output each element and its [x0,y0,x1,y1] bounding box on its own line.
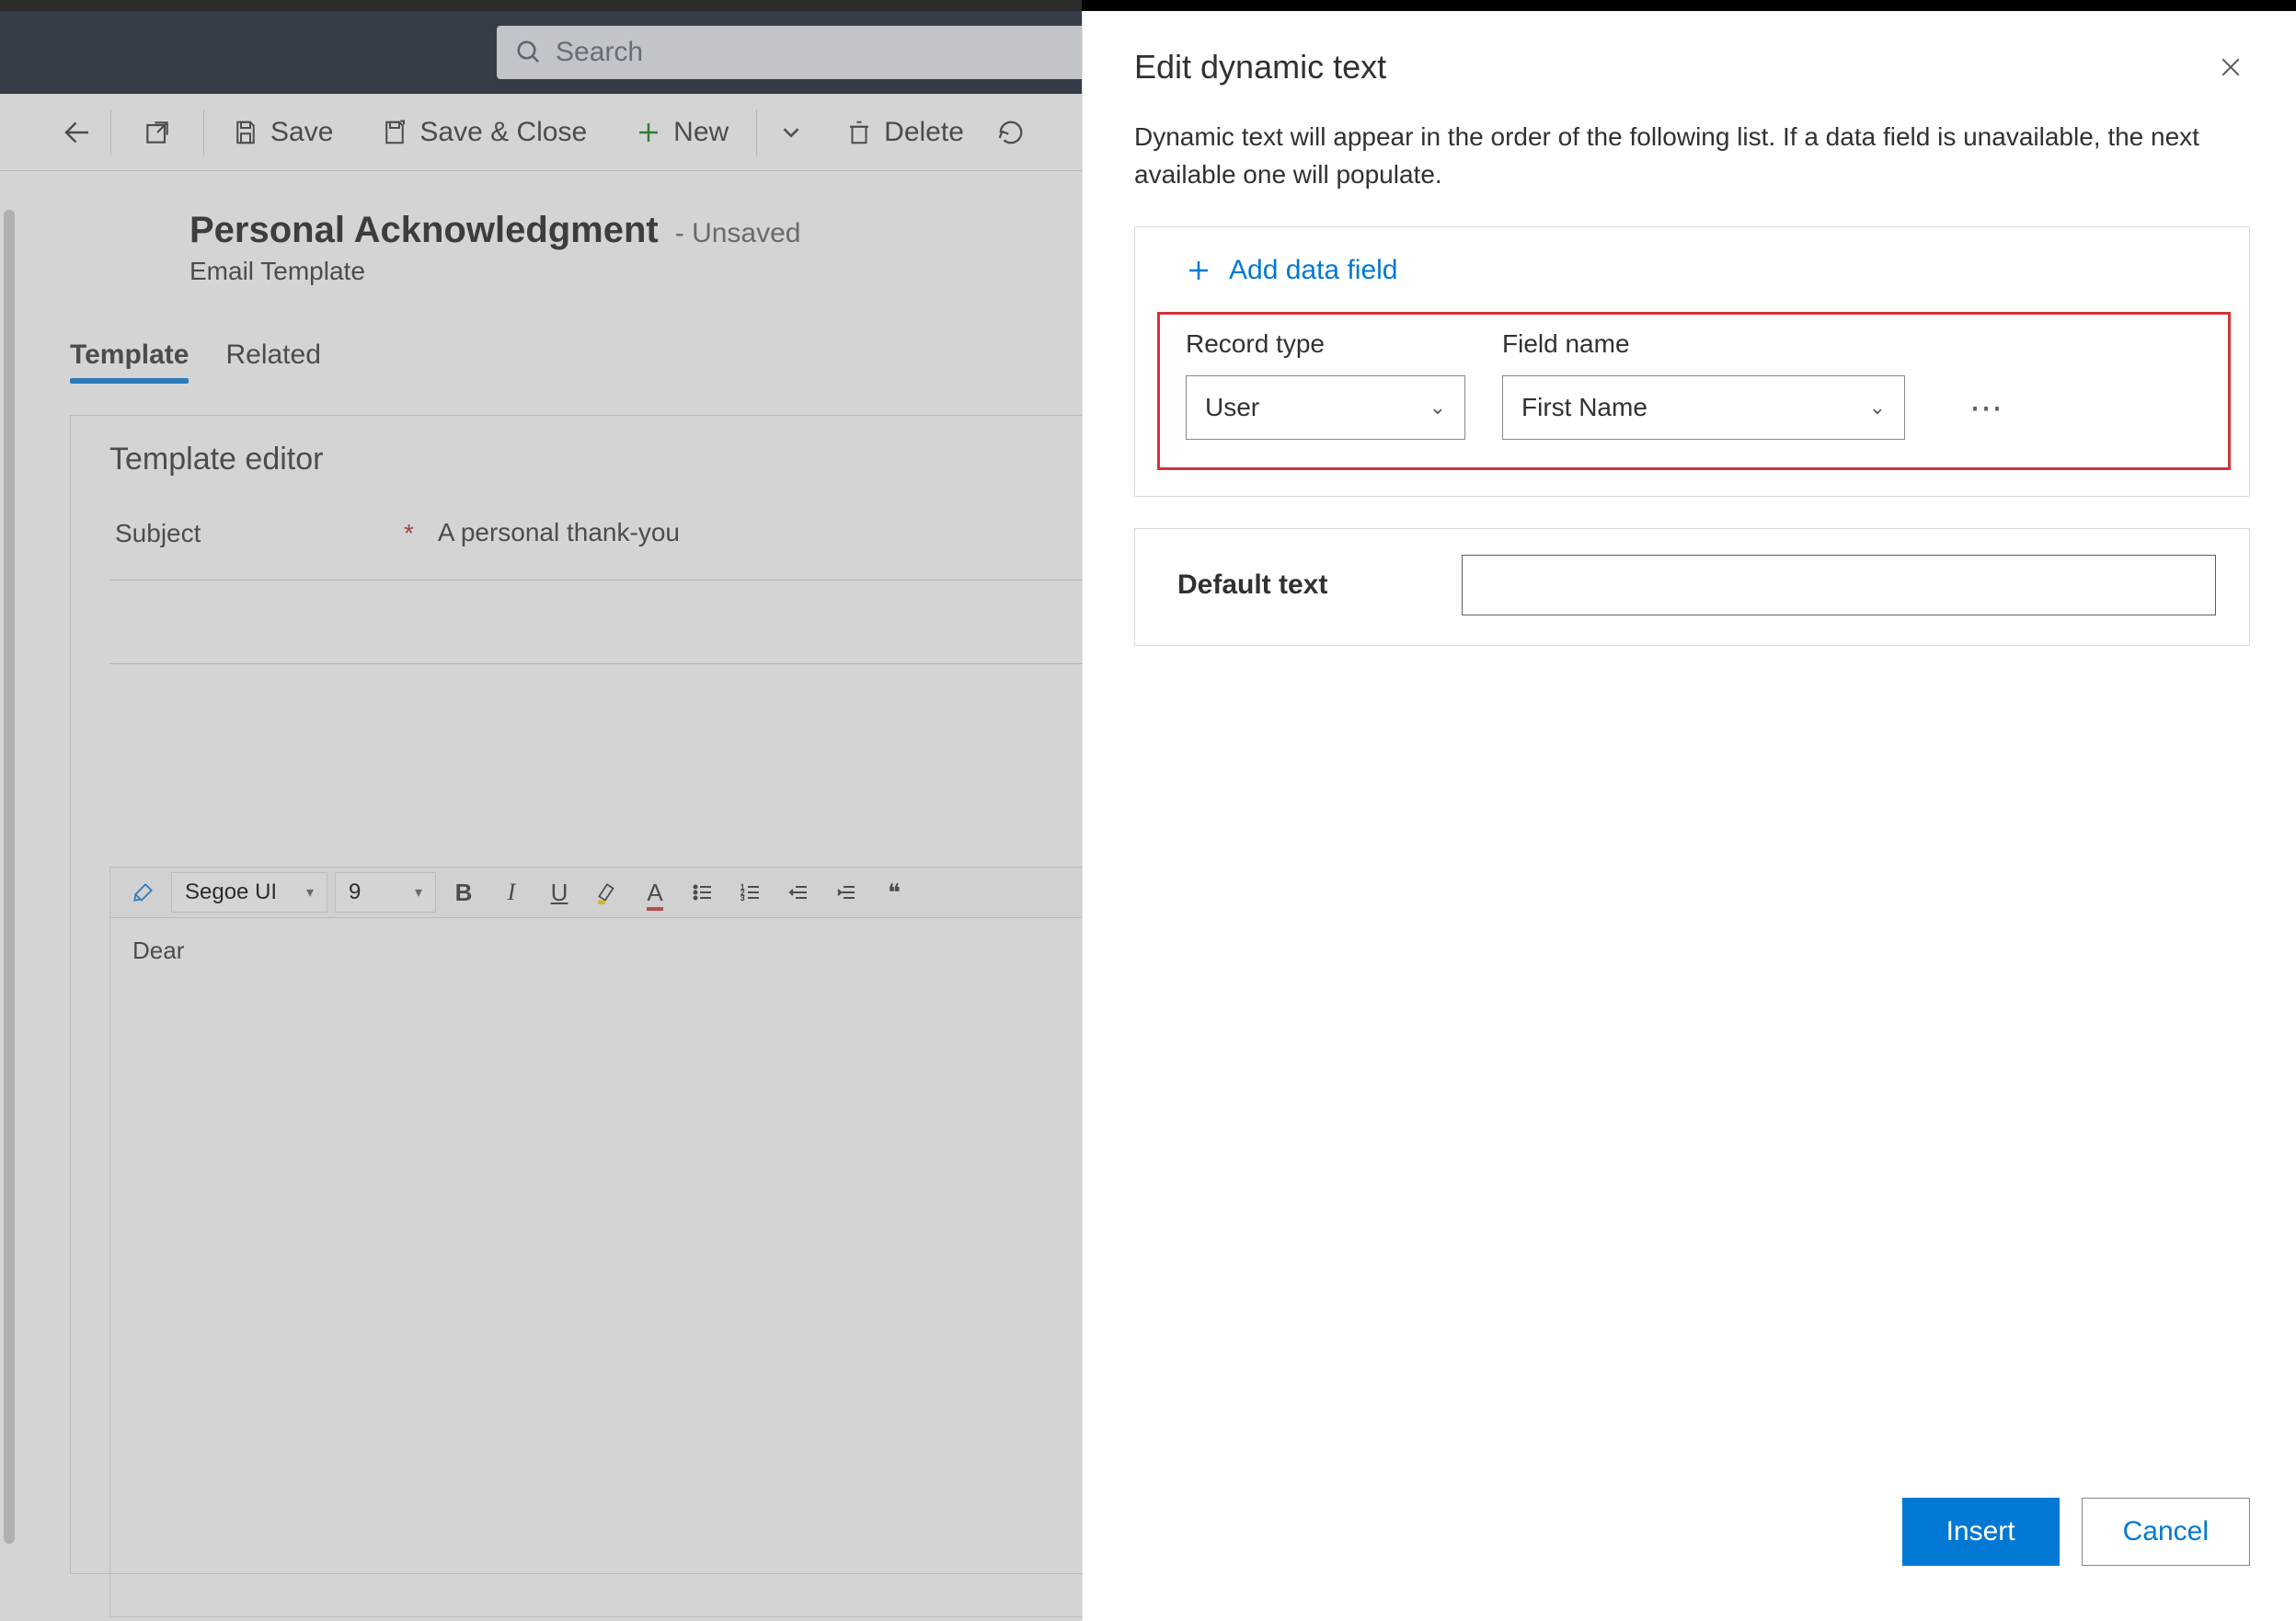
default-text-input[interactable] [1462,555,2216,615]
record-type-label: Record type [1186,329,1465,359]
panel-footer: Insert Cancel [1134,1498,2250,1584]
add-data-field-button[interactable]: Add data field [1157,246,2231,312]
chevron-down-icon: ⌄ [1429,396,1446,420]
field-name-label: Field name [1502,329,1905,359]
cancel-button[interactable]: Cancel [2082,1498,2250,1566]
record-type-select[interactable]: User ⌄ [1186,375,1465,440]
record-type-value: User [1205,393,1259,422]
default-text-label: Default text [1177,569,1327,601]
panel-description: Dynamic text will appear in the order of… [1134,119,2250,193]
field-name-select[interactable]: First Name ⌄ [1502,375,1905,440]
panel-title: Edit dynamic text [1134,48,1386,86]
field-name-value: First Name [1521,393,1647,422]
plus-icon [1185,257,1212,284]
close-button[interactable] [2211,48,2250,95]
close-icon [2217,53,2244,81]
chevron-down-icon: ⌄ [1869,396,1886,420]
add-data-field-label: Add data field [1229,255,1397,286]
data-field-row: Record type User ⌄ Field name First Name… [1157,312,2231,470]
row-more-button[interactable]: ⋯ [1969,375,2006,440]
edit-dynamic-text-panel: Edit dynamic text Dynamic text will appe… [1082,11,2296,1621]
modal-scrim [0,0,1082,1621]
insert-button[interactable]: Insert [1902,1498,2060,1566]
default-text-card: Default text [1134,528,2250,646]
data-fields-card: Add data field Record type User ⌄ Field … [1134,226,2250,497]
